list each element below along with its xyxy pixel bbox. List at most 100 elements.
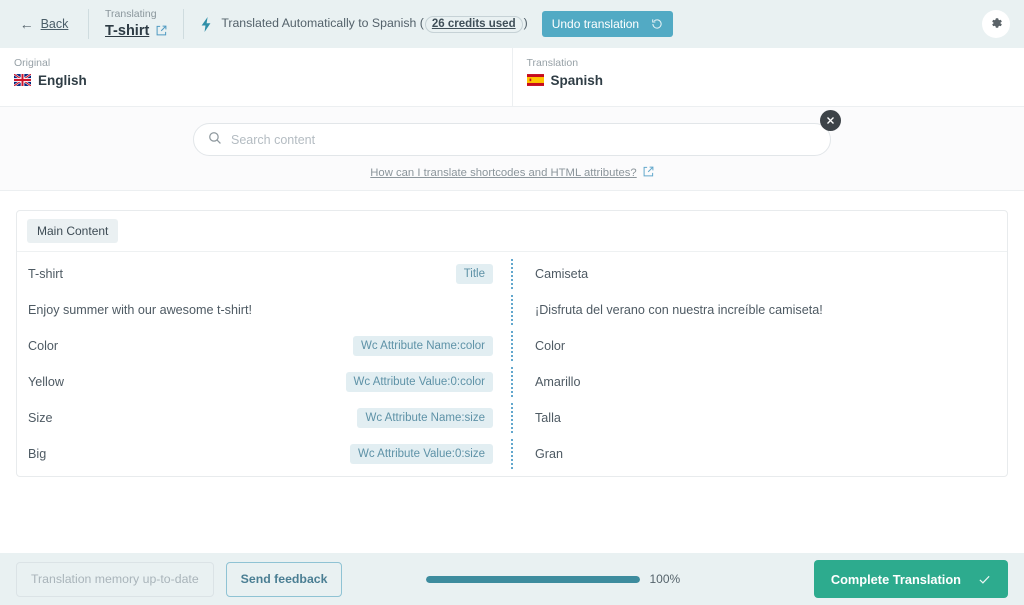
source-cell: T-shirt Title [17,256,501,292]
row-divider [501,328,523,364]
uk-flag-icon [14,74,31,86]
status-text: Translated Automatically to Spanish (26 … [221,16,527,33]
target-text: Camiseta [535,266,588,282]
document-title-row: T-shirt [105,23,167,39]
translation-status: Translated Automatically to Spanish (26 … [184,11,1024,37]
table-row[interactable]: T-shirt Title Camiseta [17,256,1007,292]
target-language: Translation Spanish [512,48,1024,106]
source-text: Size [28,410,53,426]
translation-card: Main Content T-shirt Title Camiseta Enjoy s… [16,210,1008,477]
translating-kicker: Translating [105,9,167,21]
card-tab-bar: Main Content [17,211,1007,252]
row-divider [501,364,523,400]
target-cell[interactable]: Camiseta [523,256,1007,292]
search-box[interactable] [193,123,831,156]
footer-bar: Translation memory up-to-date Send feedb… [0,553,1024,605]
field-type-badge: Title [456,264,493,284]
target-language-row: Spanish [527,73,1024,88]
shortcodes-help-link[interactable]: How can I translate shortcodes and HTML … [370,167,636,179]
search-input[interactable] [231,133,816,147]
source-cell: BigWc Attribute Value:0:size [17,436,501,472]
field-type-badge: Wc Attribute Value:0:size [350,444,493,464]
top-toolbar: ← Back Translating T-shirt Translated Au… [0,0,1024,48]
document-title[interactable]: T-shirt [105,23,149,39]
send-feedback-button[interactable]: Send feedback [226,562,343,597]
table-row[interactable]: Size Wc Attribute Name:size Talla [17,400,1007,436]
search-area: How can I translate shortcodes and HTML … [0,107,1024,191]
undo-translation-label: Undo translation [552,17,639,31]
source-cell: Color Wc Attribute Name:color [17,328,501,364]
arrow-left-icon: ← [20,17,34,31]
table-row[interactable]: BigWc Attribute Value:0:size Gran [17,436,1007,472]
target-cell[interactable]: ¡Disfruta del verano con nuestra increíb… [523,292,1007,328]
search-help: How can I translate shortcodes and HTML … [0,165,1024,180]
complete-translation-label: Complete Translation [831,572,961,587]
source-language-name: English [38,73,87,88]
close-search-button[interactable] [820,110,841,131]
table-row[interactable]: Enjoy summer with our awesome t-shirt! ¡D… [17,292,1007,328]
dotted-line [511,259,513,289]
target-cell[interactable]: Color [523,328,1007,364]
complete-translation-button[interactable]: Complete Translation [814,560,1008,598]
dotted-line [511,367,513,397]
source-cell: Size Wc Attribute Name:size [17,400,501,436]
source-text: T-shirt [28,266,63,282]
progress-percent-label: 100% [649,572,680,586]
status-text-suffix: ) [524,16,528,30]
status-text-prefix: Translated Automatically to Spanish ( [221,16,424,30]
external-link-icon[interactable] [156,25,167,36]
target-language-name: Spanish [551,73,604,88]
row-divider [501,292,523,328]
settings-button[interactable] [982,10,1010,38]
field-type-badge: Wc Attribute Name:size [357,408,493,428]
source-language-row: English [14,73,512,88]
target-language-kicker: Translation [527,58,1024,70]
check-icon [978,573,991,586]
source-text: Color [28,338,58,354]
back-button[interactable]: ← Back [0,0,88,48]
table-row[interactable]: Yellow Wc Attribute Value:0:color Amarillo [17,364,1007,400]
undo-translation-button[interactable]: Undo translation [542,11,673,37]
document-info: Translating T-shirt [89,0,183,48]
close-icon [826,113,835,128]
progress-bar [426,576,640,583]
progress-bar-fill [426,576,640,583]
bolt-icon [200,17,213,32]
target-cell[interactable]: Gran [523,436,1007,472]
row-divider [501,436,523,472]
tab-main-content[interactable]: Main Content [27,219,118,243]
search-icon [208,131,222,148]
content-area: Main Content T-shirt Title Camiseta Enjoy s… [0,191,1024,477]
gear-icon [989,16,1003,33]
dotted-line [511,331,513,361]
progress-area: 100% [426,572,680,586]
source-text: Enjoy summer with our awesome t-shirt! [28,302,252,318]
target-text: Talla [535,410,561,426]
credits-used-badge[interactable]: 26 credits used [425,16,523,33]
source-cell: Enjoy summer with our awesome t-shirt! [17,292,501,328]
dotted-line [511,439,513,469]
target-text: Amarillo [535,374,581,390]
source-language: Original English [0,48,512,106]
source-language-kicker: Original [14,58,512,70]
undo-icon [651,18,663,30]
source-cell: Yellow Wc Attribute Value:0:color [17,364,501,400]
translation-rows: T-shirt Title Camiseta Enjoy summer with ou… [17,252,1007,476]
row-divider [501,400,523,436]
language-bar: Original English Translation [0,48,1024,107]
table-row[interactable]: Color Wc Attribute Name:color Color [17,328,1007,364]
external-link-icon[interactable] [643,165,654,180]
target-text: Color [535,338,565,354]
source-text: Yellow [28,374,64,390]
target-cell[interactable]: Amarillo [523,364,1007,400]
field-type-badge: Wc Attribute Value:0:color [346,372,493,392]
dotted-line [511,403,513,433]
search-wrapper [193,123,831,156]
translation-memory-status: Translation memory up-to-date [16,562,214,597]
back-button-label: Back [41,17,69,31]
dotted-line [511,295,513,325]
spain-flag-icon [527,74,544,86]
target-cell[interactable]: Talla [523,400,1007,436]
row-divider [501,256,523,292]
field-type-badge: Wc Attribute Name:color [353,336,493,356]
